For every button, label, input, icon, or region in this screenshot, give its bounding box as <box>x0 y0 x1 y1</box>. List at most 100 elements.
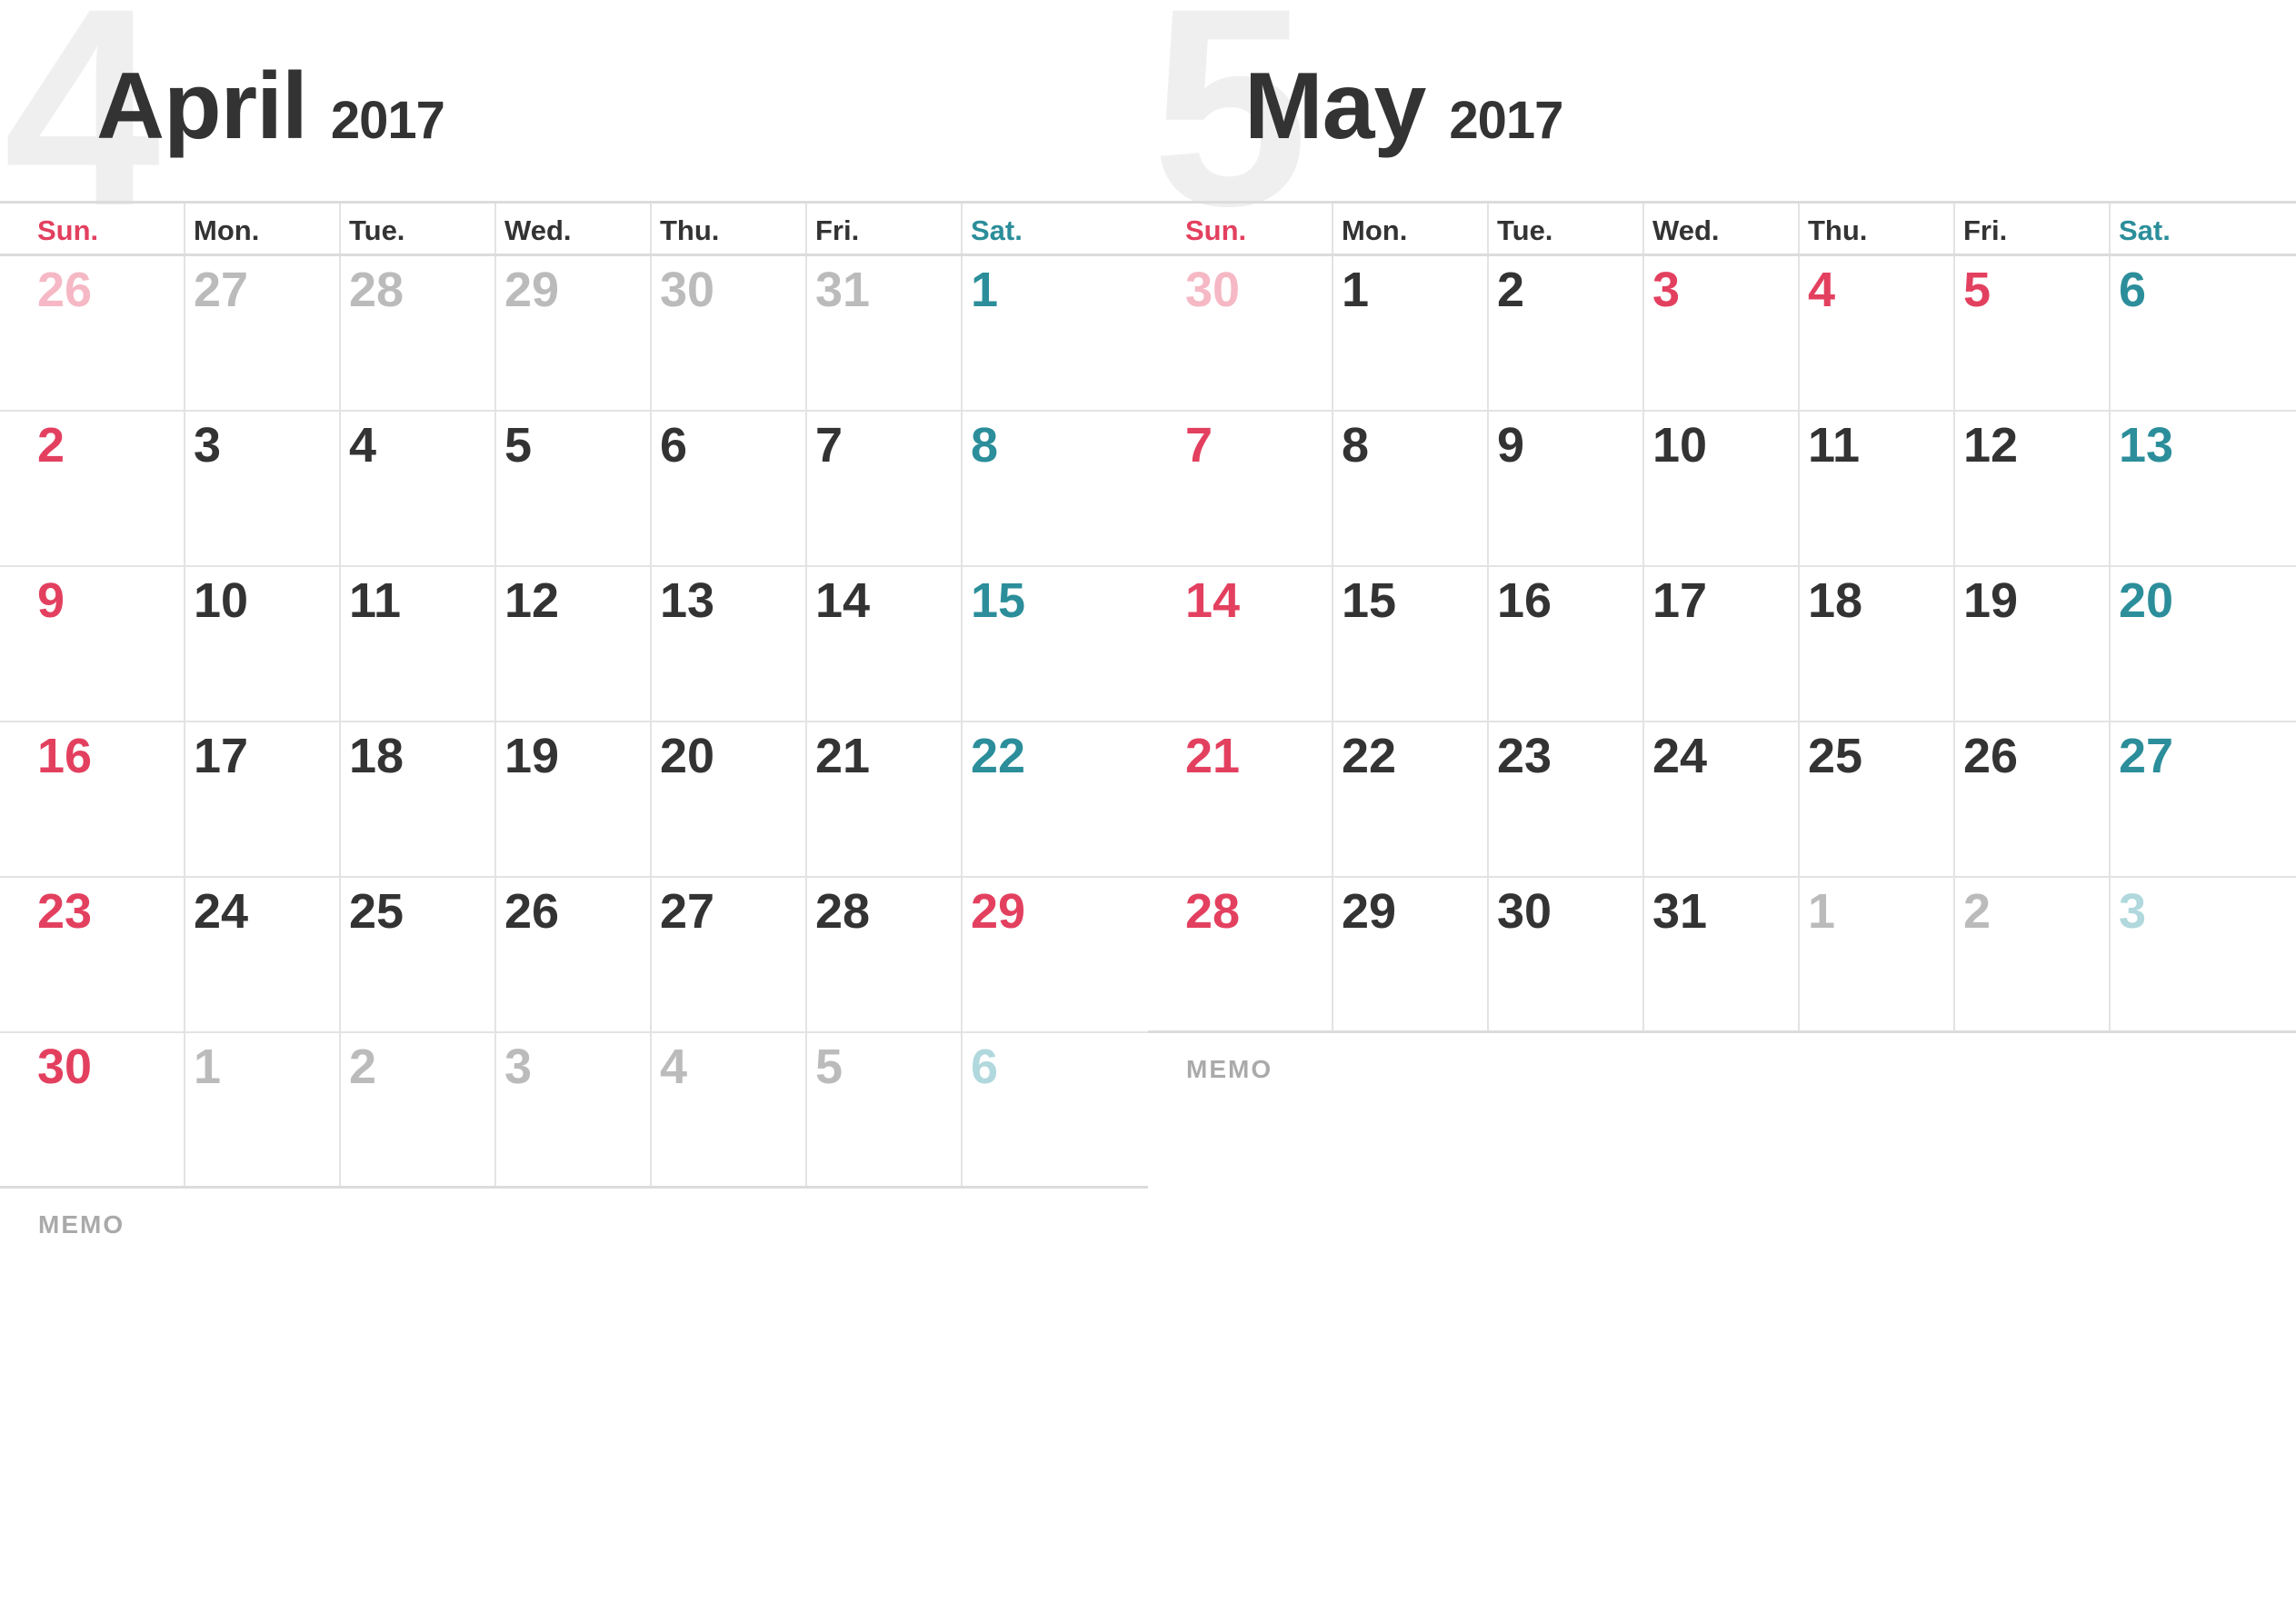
weekday-label-sat: Sat. <box>2109 204 2296 254</box>
day-cell: 2 <box>1953 878 2109 1030</box>
day-number: 4 <box>660 1040 688 1094</box>
day-number: 26 <box>504 884 560 939</box>
day-number: 28 <box>815 884 871 939</box>
day-cell: 6 <box>650 412 805 565</box>
year-label: 2017 <box>1449 91 1563 150</box>
day-number: 4 <box>1808 263 1836 317</box>
month-name: April <box>96 54 308 159</box>
day-cell: 14 <box>805 567 961 721</box>
day-cell: 26 <box>0 256 184 410</box>
day-number: 31 <box>1652 884 1708 939</box>
day-cell: 26 <box>494 878 650 1031</box>
week-row: 14 15 16 17 18 19 20 <box>1148 567 2296 722</box>
day-number: 16 <box>37 729 93 783</box>
day-cell: 1 <box>184 1033 339 1186</box>
day-number: 18 <box>349 729 404 783</box>
day-cell: 27 <box>184 256 339 410</box>
day-cell: 27 <box>2109 722 2296 876</box>
week-row: 23 24 25 26 27 28 29 <box>0 878 1148 1033</box>
day-cell: 31 <box>1642 878 1798 1030</box>
week-row: 30 1 2 3 4 5 6 <box>1148 256 2296 412</box>
day-cell: 10 <box>1642 412 1798 565</box>
day-number: 8 <box>1342 418 1370 473</box>
week-row: 7 8 9 10 11 12 13 <box>1148 412 2296 567</box>
day-cell: 17 <box>1642 567 1798 721</box>
week-row: 2 3 4 5 6 7 8 <box>0 412 1148 567</box>
day-number: 20 <box>2119 573 2174 628</box>
day-cell: 19 <box>494 722 650 876</box>
weekday-header-row: Sun. Mon. Tue. Wed. Thu. Fri. Sat. <box>0 201 1148 256</box>
day-cell: 24 <box>1642 722 1798 876</box>
day-cell: 2 <box>0 412 184 565</box>
day-number: 27 <box>660 884 715 939</box>
day-number: 6 <box>660 418 688 473</box>
day-number: 28 <box>1185 884 1241 939</box>
day-number: 23 <box>1497 729 1552 783</box>
day-number: 9 <box>1497 418 1525 473</box>
weekday-label-tue: Tue. <box>1487 204 1642 254</box>
day-number: 3 <box>194 418 222 473</box>
month-calendar: 5 May 2017 Sun. Mon. Tue. Wed. Thu. Fri. Sat. 3… <box>1148 0 2296 1622</box>
day-cell: 30 <box>1148 256 1332 410</box>
day-number: 16 <box>1497 573 1552 628</box>
day-cell: 12 <box>1953 412 2109 565</box>
calendar-grid: Sun. Mon. Tue. Wed. Thu. Fri. Sat. 26 27 28 29 30 31… <box>0 201 1148 1189</box>
day-cell: 15 <box>961 567 1148 721</box>
weekday-label-wed: Wed. <box>1642 204 1798 254</box>
year-label: 2017 <box>330 91 445 150</box>
day-cell: 9 <box>1487 412 1642 565</box>
day-cell: 22 <box>1332 722 1487 876</box>
day-number: 5 <box>1963 263 1992 317</box>
day-number: 7 <box>815 418 844 473</box>
day-number: 22 <box>1342 729 1397 783</box>
day-cell: 17 <box>184 722 339 876</box>
weekday-label-wed: Wed. <box>494 204 650 254</box>
day-number: 2 <box>37 418 65 473</box>
day-number: 30 <box>1497 884 1552 939</box>
day-number: 2 <box>349 1040 377 1094</box>
day-cell: 6 <box>961 1033 1148 1186</box>
day-cell: 18 <box>1798 567 1953 721</box>
weekday-label-sun: Sun. <box>1185 214 1247 246</box>
day-cell: 11 <box>1798 412 1953 565</box>
day-cell: 7 <box>1148 412 1332 565</box>
day-number: 30 <box>37 1040 93 1094</box>
day-cell: 5 <box>1953 256 2109 410</box>
day-number: 3 <box>1652 263 1681 317</box>
weekday-label-thu: Thu. <box>650 204 805 254</box>
day-number: 3 <box>504 1040 533 1094</box>
day-cell: 25 <box>339 878 494 1031</box>
day-number: 12 <box>504 573 560 628</box>
day-number: 17 <box>194 729 249 783</box>
day-number: 24 <box>194 884 249 939</box>
day-cell: 12 <box>494 567 650 721</box>
day-cell: 30 <box>650 256 805 410</box>
day-number: 7 <box>1185 418 1213 473</box>
day-cell: 3 <box>1642 256 1798 410</box>
day-cell: 19 <box>1953 567 2109 721</box>
day-cell: 1 <box>961 256 1148 410</box>
day-number: 15 <box>1342 573 1397 628</box>
day-number: 30 <box>660 263 715 317</box>
day-cell: 8 <box>961 412 1148 565</box>
day-cell: 9 <box>0 567 184 721</box>
day-number: 22 <box>971 729 1026 783</box>
day-number: 10 <box>194 573 249 628</box>
day-cell: 8 <box>1332 412 1487 565</box>
day-cell: 29 <box>1332 878 1487 1030</box>
week-row: 28 29 30 31 1 2 3 <box>1148 878 2296 1033</box>
day-cell: 4 <box>650 1033 805 1186</box>
day-number: 11 <box>1808 418 1861 473</box>
day-number: 20 <box>660 729 715 783</box>
day-cell: 13 <box>650 567 805 721</box>
weekday-label-fri: Fri. <box>805 204 961 254</box>
day-cell: 18 <box>339 722 494 876</box>
day-number: 10 <box>1652 418 1708 473</box>
day-number: 26 <box>1963 729 2019 783</box>
day-number: 27 <box>2119 729 2174 783</box>
day-number: 29 <box>1342 884 1397 939</box>
weekday-label-fri: Fri. <box>1953 204 2109 254</box>
weekday-label-mon: Mon. <box>1332 204 1487 254</box>
day-number: 29 <box>504 263 560 317</box>
day-number: 9 <box>37 573 65 628</box>
